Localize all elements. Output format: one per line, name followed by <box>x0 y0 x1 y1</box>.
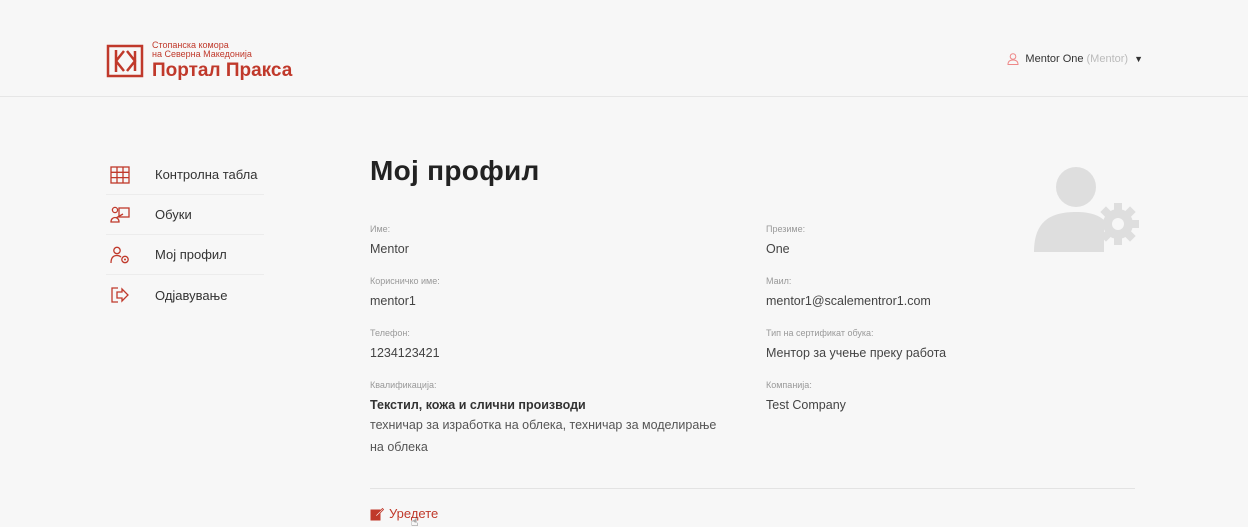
first-name-field: Име: Mentor <box>370 223 409 258</box>
first-name-label: Име: <box>370 224 391 234</box>
phone-field: Телефон: 1234123421 <box>370 327 440 362</box>
chamber-logo-icon <box>106 44 144 78</box>
last-name-value: One <box>766 242 790 256</box>
sidebar-item-trainings[interactable]: Обуки <box>106 195 264 235</box>
edit-profile-link[interactable]: Уредете <box>370 506 438 521</box>
logout-icon <box>111 287 129 303</box>
sidebar-item-label: Мој профил <box>155 247 227 262</box>
cert-type-value: Ментор за учење преку работа <box>766 346 947 360</box>
company-label: Компанија: <box>766 380 812 390</box>
brand-title: Портал Пракса <box>152 59 293 81</box>
qualification-field: Квалификација: Текстил, кожа и слични пр… <box>370 379 760 458</box>
user-name: Mentor One <box>1025 53 1084 65</box>
last-name-label: Презиме: <box>766 224 806 234</box>
email-value: mentor1@scalementror1.com <box>766 294 931 308</box>
training-icon <box>110 206 130 223</box>
brand-logo[interactable]: Стопанска комора на Северна Македонија П… <box>106 40 292 82</box>
user-menu[interactable]: Mentor One (Mentor) ▼ <box>1007 53 1143 65</box>
cert-type-field: Тип на сертификат обука: Ментор за учење… <box>766 327 946 362</box>
cert-type-label: Тип на сертификат обука: <box>766 328 874 338</box>
username-field: Корисничко име: mentor1 <box>370 275 440 310</box>
edit-icon <box>370 507 384 520</box>
phone-value: 1234123421 <box>370 346 440 360</box>
grid-icon <box>110 165 130 184</box>
sidebar-item-label: Контролна табла <box>155 167 258 182</box>
first-name-value: Mentor <box>370 242 409 256</box>
top-header: Стопанска комора на Северна Македонија П… <box>0 0 1248 97</box>
email-field: Маил: mentor1@scalementror1.com <box>766 275 931 310</box>
sidebar-item-my-profile[interactable]: Мој профил <box>106 235 264 275</box>
sidebar-item-label: Обуки <box>155 207 192 222</box>
sidebar-nav: Контролна табла Обуки Мој профил Одјавув… <box>106 155 264 315</box>
section-divider <box>370 488 1135 489</box>
company-value: Test Company <box>766 398 846 412</box>
last-name-field: Презиме: One <box>766 223 805 258</box>
profile-panel: Мој профил Име: Mentor Презиме: One Кори… <box>370 155 1139 527</box>
user-gear-icon <box>110 246 129 263</box>
email-label: Маил: <box>766 276 792 286</box>
user-settings-icon <box>1034 167 1139 252</box>
sidebar-item-dashboard[interactable]: Контролна табла <box>106 155 264 195</box>
sidebar-item-logout[interactable]: Одјавување <box>106 275 264 315</box>
chevron-down-icon: ▼ <box>1134 54 1143 64</box>
qualification-label: Квалификација: <box>370 380 437 390</box>
phone-label: Телефон: <box>370 328 410 338</box>
qualification-value: Текстил, кожа и слични производи <box>370 398 586 412</box>
qualification-detail-line-1: техничар за изработка на облека, технича… <box>370 418 717 432</box>
username-value: mentor1 <box>370 294 416 308</box>
qualification-detail-line-2: на облека <box>370 440 428 454</box>
user-role: (Mentor) <box>1086 53 1129 65</box>
hand-cursor-icon: ☝ <box>411 515 419 527</box>
company-field: Компанија: Test Company <box>766 379 846 414</box>
brand-line-2: на Северна Македонија <box>152 48 252 59</box>
user-icon <box>1007 53 1019 65</box>
username-label: Корисничко име: <box>370 276 440 286</box>
sidebar-item-label: Одјавување <box>155 287 228 303</box>
page-title: Мој профил <box>370 155 540 186</box>
